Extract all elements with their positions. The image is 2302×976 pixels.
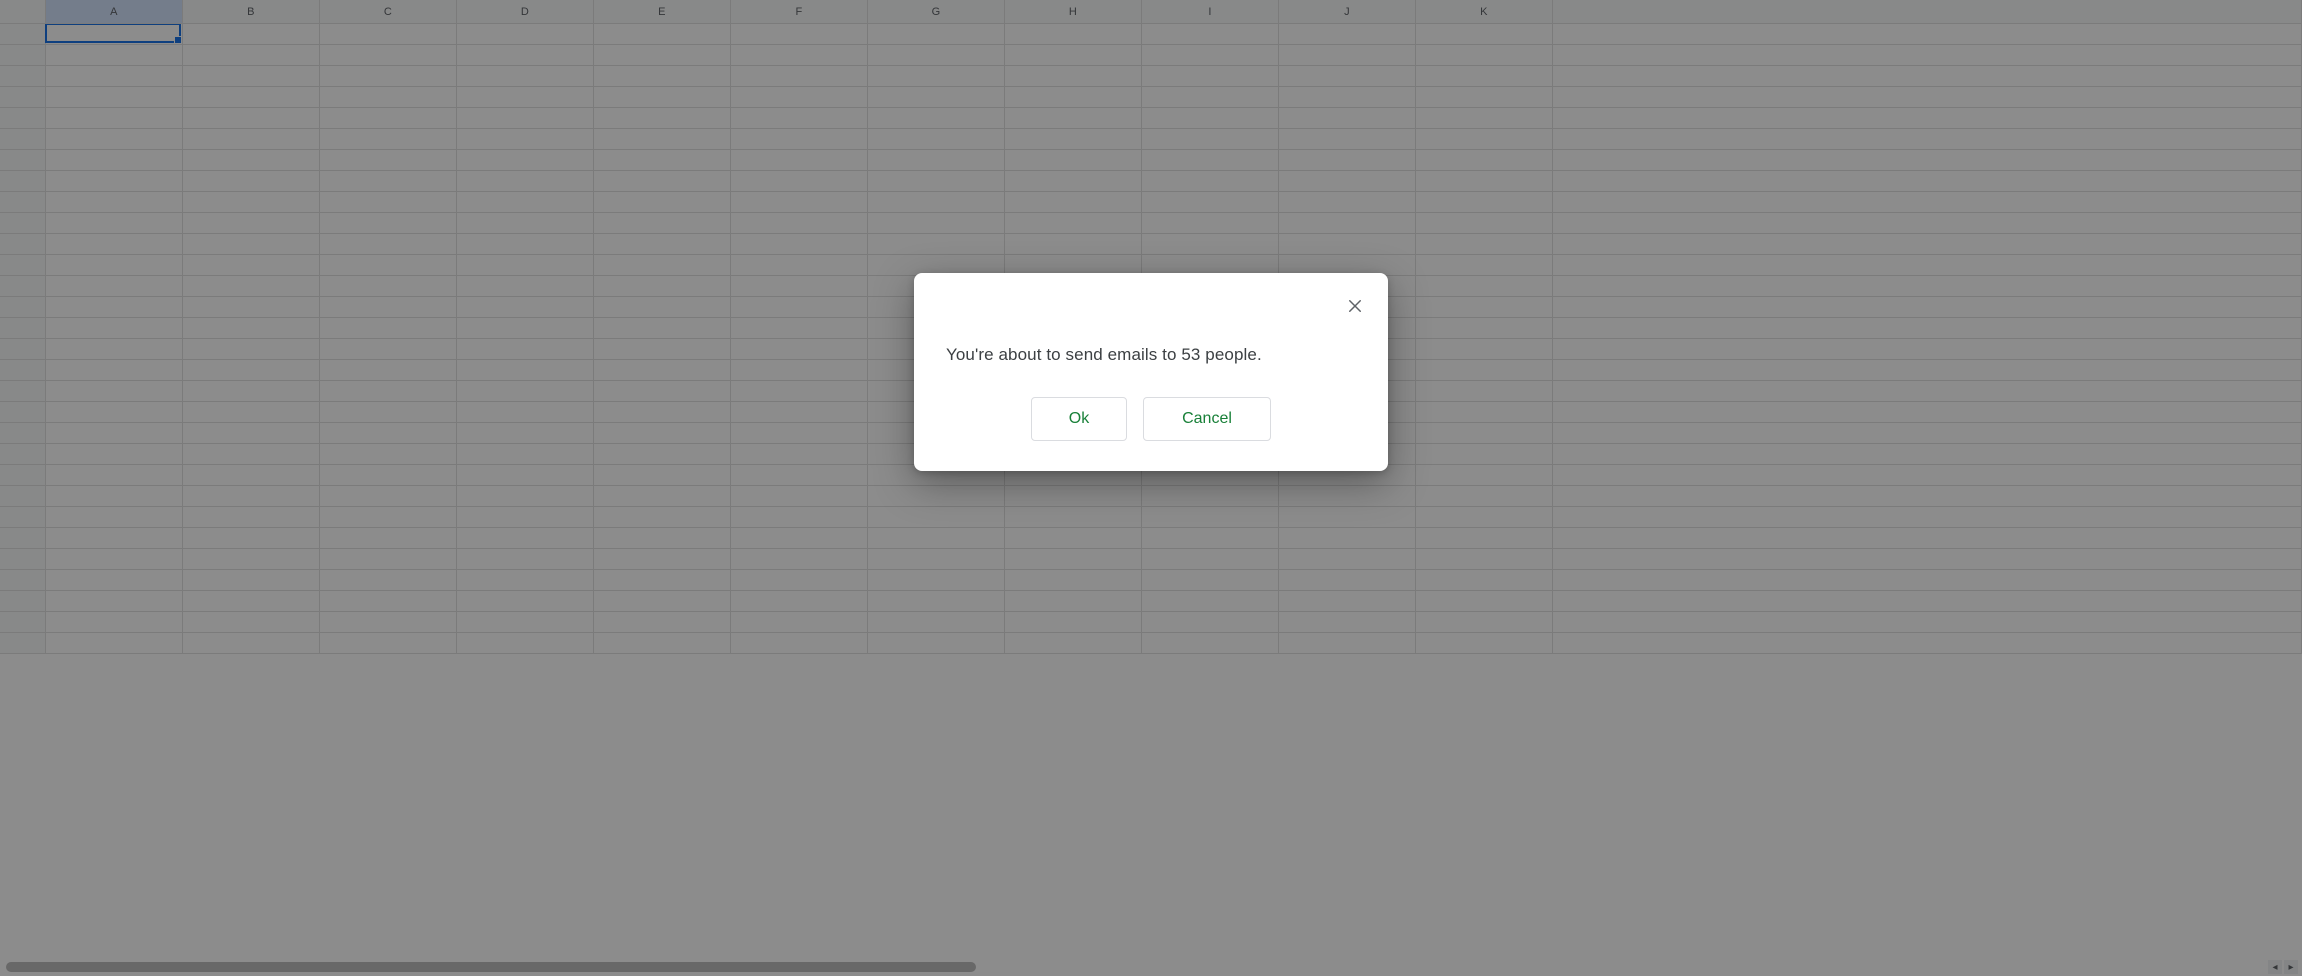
cancel-button[interactable]: Cancel [1143,397,1271,441]
close-button[interactable] [1342,293,1368,319]
close-icon [1346,297,1364,315]
dialog-button-row: Ok Cancel [946,397,1356,441]
modal-overlay [0,0,2302,976]
ok-button[interactable]: Ok [1031,397,1127,441]
dialog-message: You're about to send emails to 53 people… [946,345,1356,365]
confirmation-dialog: You're about to send emails to 53 people… [914,273,1388,471]
